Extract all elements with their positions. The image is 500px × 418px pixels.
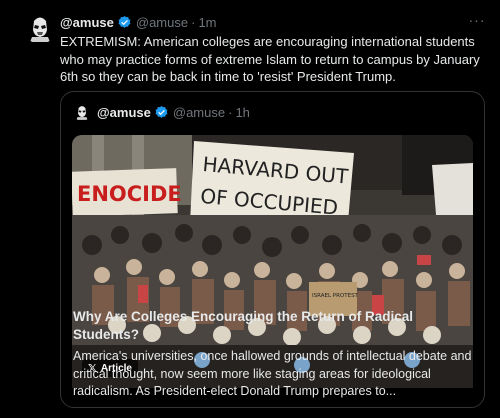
separator-dot: · <box>228 104 233 120</box>
stormtrooper-avatar-icon <box>73 103 91 121</box>
verified-badge-icon <box>117 15 132 30</box>
tweet-text: EXTREMISM: American colleges are encoura… <box>60 34 480 84</box>
tweet[interactable]: @amuse @amuse · 1m ··· EXTREMISM: Americ… <box>0 0 500 418</box>
sign-israel-protest-text: ISRAEL PROTEST <box>312 293 359 299</box>
quoted-tweet[interactable]: @amuse @amuse · 1h ENOCIDE HARVARD OUT O… <box>60 91 485 408</box>
verified-badge-icon <box>154 105 169 120</box>
more-options-icon[interactable]: ··· <box>466 11 488 29</box>
quote-author-name[interactable]: @amuse <box>97 105 151 120</box>
quote-author-handle[interactable]: @amuse <box>173 105 225 120</box>
stormtrooper-avatar-icon <box>24 12 56 44</box>
tweet-time[interactable]: 1m <box>198 15 216 30</box>
quote-author-avatar[interactable] <box>73 103 91 121</box>
author-name[interactable]: @amuse <box>60 15 114 30</box>
quote-time[interactable]: 1h <box>235 105 249 120</box>
article-description: America's universities, once hallowed gr… <box>73 349 472 398</box>
sign-genocide-text: ENOCIDE <box>77 182 182 206</box>
tweet-header: @amuse @amuse · 1m <box>60 13 217 31</box>
separator-dot: · <box>191 14 196 30</box>
sign-genocide: ENOCIDE <box>72 168 182 217</box>
author-handle[interactable]: @amuse <box>136 15 188 30</box>
article-title[interactable]: Why Are Colleges Encouraging the Return … <box>73 308 473 344</box>
author-avatar[interactable] <box>24 12 56 44</box>
quote-header: @amuse @amuse · 1h <box>73 102 250 122</box>
